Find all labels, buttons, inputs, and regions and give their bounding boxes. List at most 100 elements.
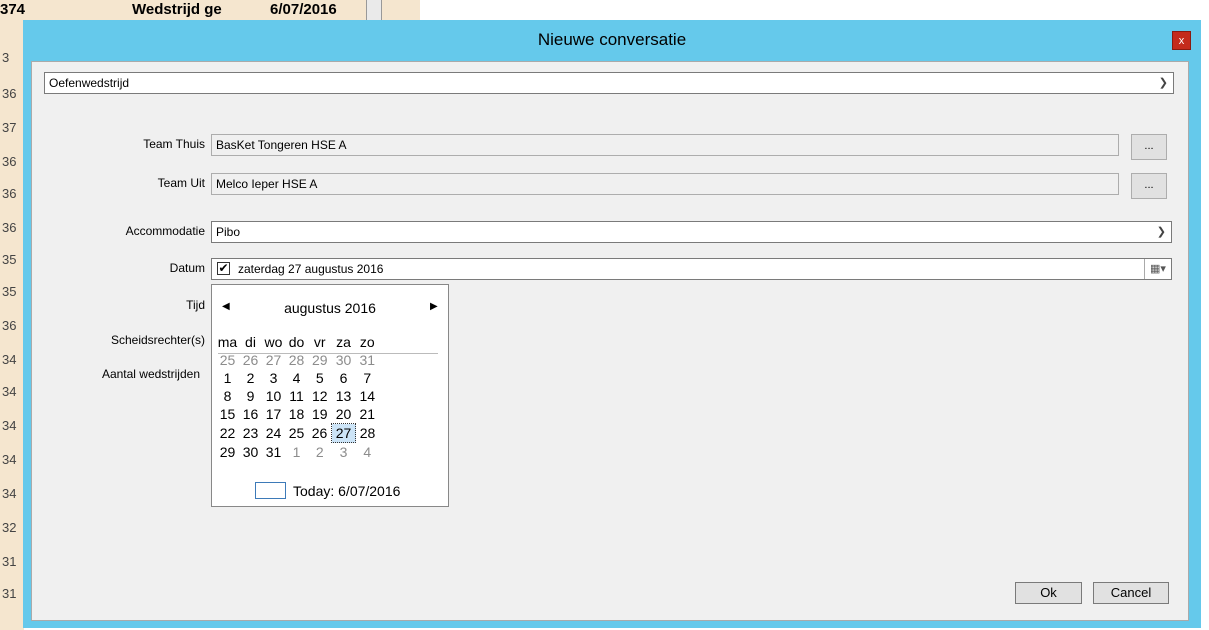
background-column-separator (366, 0, 382, 20)
calendar-day[interactable]: 6 (332, 369, 356, 387)
next-month-arrow-icon[interactable]: ▶ (430, 301, 438, 312)
calendar-day[interactable]: 14 (356, 387, 380, 405)
calendar-dropdown-icon[interactable]: ▦▾ (1144, 259, 1171, 279)
background-row-number: 3 (2, 50, 10, 65)
team-thuis-label: Team Thuis (143, 137, 205, 151)
calendar-month-label[interactable]: augustus 2016 (212, 300, 448, 316)
calendar-day[interactable]: 19 (308, 405, 332, 424)
calendar-day[interactable]: 17 (262, 405, 285, 424)
background-row-number: 34 (2, 384, 17, 399)
weekday-header: di (245, 334, 256, 350)
accommodatie-label: Accommodatie (125, 224, 205, 238)
background-row-number: 34 (2, 452, 17, 467)
calendar-day[interactable]: 21 (356, 405, 380, 424)
background-row-number: 34 (2, 486, 17, 501)
dialog-title: Nieuwe conversatie (537, 30, 687, 49)
background-cell-type: Wedstrijd ge (132, 1, 222, 18)
calendar-divider (218, 353, 438, 354)
calendar-day[interactable]: 10 (262, 387, 285, 405)
background-row-number: 37 (2, 120, 17, 135)
calendar-day[interactable]: 26 (308, 424, 332, 443)
calendar-day-other-month[interactable]: 1 (285, 443, 308, 462)
calendar-day-other-month[interactable]: 4 (356, 443, 380, 462)
team-thuis-browse-button[interactable]: ... (1131, 134, 1167, 160)
calendar-day[interactable]: 11 (285, 387, 308, 405)
background-cell-id: 374 (0, 1, 26, 18)
background-header-row: 374 Wedstrijd ge 6/07/2016 (0, 0, 420, 20)
date-enabled-checkbox[interactable]: ✔ (217, 262, 230, 275)
calendar-day[interactable]: 5 (308, 369, 332, 387)
background-row-numbers: 3 36 37 36 36 36 35 35 36 34 34 34 34 34 32 31 31 (0, 20, 24, 630)
calendar-day[interactable]: 30 (239, 443, 262, 462)
aantal-wedstrijden-label: Aantal wedstrijden (101, 367, 200, 381)
calendar-day[interactable]: 18 (285, 405, 308, 424)
calendar-day[interactable]: 24 (262, 424, 285, 443)
calendar-day-selected[interactable]: 27 (331, 423, 356, 443)
team-thuis-value: BasKet Tongeren HSE A (216, 138, 347, 152)
calendar-day[interactable]: 1 (216, 369, 239, 387)
tijd-label: Tijd (186, 298, 205, 312)
background-row-number: 36 (2, 186, 17, 201)
team-uit-browse-button[interactable]: ... (1131, 173, 1167, 199)
close-button[interactable]: x (1172, 31, 1191, 50)
match-type-value: Oefenwedstrijd (49, 76, 130, 90)
background-row-number: 36 (2, 86, 17, 101)
calendar-day[interactable]: 3 (262, 369, 285, 387)
calendar-day[interactable]: 28 (356, 424, 380, 443)
background-row-number: 31 (2, 554, 17, 569)
calendar-day[interactable]: 20 (332, 405, 356, 424)
datum-label: Datum (169, 261, 205, 275)
background-row-number: 34 (2, 418, 17, 433)
calendar-day[interactable]: 31 (262, 443, 285, 462)
chevron-down-icon: ❯ (1158, 77, 1168, 89)
calendar-day[interactable]: 4 (285, 369, 308, 387)
background-row-number: 31 (2, 586, 17, 601)
background-row-number: 34 (2, 352, 17, 367)
calendar-day[interactable]: 12 (308, 387, 332, 405)
weekday-header: do (288, 334, 305, 350)
team-uit-value: Melco Ieper HSE A (216, 177, 318, 191)
calendar-day[interactable]: 23 (239, 424, 262, 443)
match-type-select[interactable]: Oefenwedstrijd ❯ (44, 72, 1174, 94)
date-value: zaterdag 27 augustus 2016 (238, 262, 384, 276)
background-row-number: 35 (2, 284, 17, 299)
background-row-number: 32 (2, 520, 17, 535)
calendar-day[interactable]: 22 (216, 424, 239, 443)
calendar-day[interactable]: 2 (239, 369, 262, 387)
chevron-down-icon: ❯ (1156, 226, 1166, 238)
calendar-day-other-month[interactable]: 2 (308, 443, 332, 462)
weekday-header: wo (264, 334, 283, 350)
calendar-day[interactable]: 25 (285, 424, 308, 443)
calendar-day[interactable]: 15 (216, 405, 239, 424)
calendar-day[interactable]: 8 (216, 387, 239, 405)
calendar-day[interactable]: 16 (239, 405, 262, 424)
calendar-day-other-month[interactable]: 3 (332, 443, 356, 462)
weekday-header: vr (313, 334, 326, 350)
background-row-number: 36 (2, 220, 17, 235)
date-picker[interactable]: ✔ zaterdag 27 augustus 2016 ▦▾ (211, 258, 1172, 280)
weekday-header: ma (217, 334, 238, 350)
calendar-day[interactable]: 29 (216, 443, 239, 462)
weekday-header: zo (359, 334, 375, 350)
team-thuis-field[interactable]: BasKet Tongeren HSE A (211, 134, 1119, 156)
team-uit-label: Team Uit (157, 176, 205, 190)
accommodatie-select[interactable]: Pibo ❯ (211, 221, 1172, 243)
scheidsrechters-label: Scheidsrechter(s) (110, 333, 205, 347)
background-row-number: 36 (2, 154, 17, 169)
calendar-day[interactable]: 13 (332, 387, 356, 405)
dialog-content: Oefenwedstrijd ❯ Team Thuis BasKet Tonge… (31, 61, 1189, 621)
background-cell-date: 6/07/2016 (270, 1, 337, 18)
ok-button[interactable]: Ok (1015, 582, 1082, 604)
today-link[interactable]: Today: 6/07/2016 (293, 483, 400, 499)
calendar-day[interactable]: 7 (356, 369, 380, 387)
weekday-header: za (336, 334, 351, 350)
today-marker (255, 482, 286, 499)
accommodatie-value: Pibo (216, 225, 241, 239)
background-row-number: 36 (2, 318, 17, 333)
background-row-number: 35 (2, 252, 17, 267)
dialog-titlebar[interactable]: Nieuwe conversatie x (23, 20, 1201, 62)
team-uit-field[interactable]: Melco Ieper HSE A (211, 173, 1119, 195)
new-conversation-dialog: Nieuwe conversatie x Oefenwedstrijd ❯ Te… (23, 20, 1201, 628)
cancel-button[interactable]: Cancel (1093, 582, 1169, 604)
calendar-day[interactable]: 9 (239, 387, 262, 405)
